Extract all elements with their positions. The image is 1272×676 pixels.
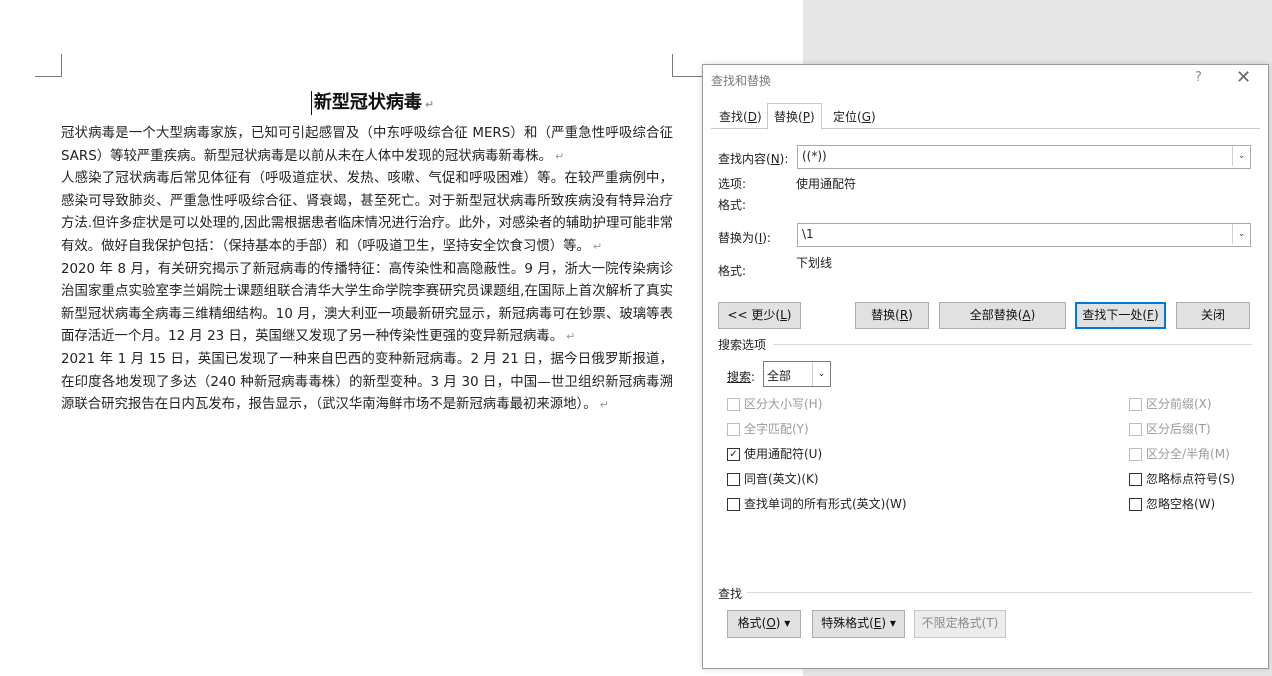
paragraph-mark: ↵ (424, 98, 435, 111)
find-format-label: 格式: (718, 198, 747, 212)
checkbox (727, 398, 740, 411)
checkbox-option: 区分后缀(T) (1129, 421, 1211, 437)
checkbox-label: 忽略空格(W) (1146, 497, 1216, 511)
find-what-input[interactable]: ((*)) ⌄ (797, 145, 1251, 169)
replace-button[interactable]: 替换(R) (855, 302, 929, 329)
checkbox-option[interactable]: 查找单词的所有形式(英文)(W) (727, 496, 907, 512)
section-divider (747, 592, 1252, 593)
checkbox-option[interactable]: ✓ 使用通配符(U) (727, 446, 822, 462)
checkbox-option: 区分前缀(X) (1129, 396, 1212, 412)
checkbox[interactable] (1129, 498, 1142, 511)
checkbox-option: 区分全/半角(M) (1129, 446, 1230, 462)
checkbox-label: 查找单词的所有形式(英文)(W) (744, 497, 907, 511)
checkbox-label: 使用通配符(U) (744, 447, 823, 461)
document-title: 新型冠状病毒 ↵ (0, 88, 745, 115)
replace-with-label: 替换为(I): (718, 231, 771, 245)
find-next-button[interactable]: 查找下一处(F) (1075, 302, 1166, 329)
checkbox-label: 同音(英文)(K) (744, 472, 819, 486)
chevron-down-icon[interactable]: ⌄ (1232, 224, 1250, 244)
paragraph: 人感染了冠状病毒后常见体征有（呼吸道症状、发热、咳嗽、气促和呼吸困难）等。在较严… (61, 171, 673, 254)
checkbox-label: 忽略标点符号(S) (1146, 472, 1235, 486)
paragraph-mark: ↵ (566, 330, 576, 344)
checkbox-option[interactable]: 忽略空格(W) (1129, 496, 1215, 512)
paragraph-mark: ↵ (599, 398, 609, 412)
crop-mark-right (672, 54, 703, 77)
tab-replace[interactable]: 替换(P) (767, 103, 822, 130)
document-body[interactable]: 冠状病毒是一个大型病毒家族，已知可引起感冒及（中东呼吸综合征 MERS）和（严重… (61, 123, 673, 417)
find-section-title: 查找 (718, 587, 743, 601)
search-direction-label: 搜索: (727, 370, 756, 384)
options-value: 使用通配符 (796, 177, 857, 191)
chevron-down-icon[interactable]: ⌄ (1232, 146, 1250, 166)
checkbox (727, 423, 740, 436)
paragraph: 2020 年 8 月，有关研究揭示了新冠病毒的传播特征：高传染性和高隐蔽性。9 … (61, 261, 673, 345)
replace-format-label: 格式: (718, 264, 747, 278)
replace-with-input[interactable]: \1 ⌄ (797, 223, 1251, 247)
checkbox[interactable] (727, 498, 740, 511)
chevron-down-icon[interactable]: ⌄ (812, 362, 830, 386)
checkbox-option[interactable]: 同音(英文)(K) (727, 471, 819, 487)
crop-mark-left (35, 54, 62, 77)
options-label: 选项: (718, 177, 747, 191)
tab-find[interactable]: 查找(D) (713, 106, 768, 128)
checkbox-option[interactable]: 忽略标点符号(S) (1129, 471, 1235, 487)
search-options-title: 搜索选项 (718, 338, 767, 352)
tab-goto[interactable]: 定位(G) (827, 106, 882, 128)
replace-format-value: 下划线 (796, 256, 833, 270)
checkbox[interactable] (1129, 473, 1142, 486)
checkbox-label: 区分后缀(T) (1146, 422, 1211, 436)
checkbox[interactable] (727, 473, 740, 486)
checkbox-label: 全字匹配(Y) (744, 422, 809, 436)
checkbox-label: 区分大小写(H) (744, 397, 823, 411)
paragraph: 冠状病毒是一个大型病毒家族，已知可引起感冒及（中东呼吸综合征 MERS）和（严重… (61, 126, 673, 164)
paragraph-mark: ↵ (592, 239, 603, 253)
section-divider (773, 344, 1252, 345)
checkbox-option: 全字匹配(Y) (727, 421, 809, 437)
checkbox-label: 区分全/半角(M) (1146, 447, 1230, 461)
paragraph-mark: ↵ (555, 149, 565, 163)
paragraph: 2021 年 1 月 15 日，英国已发现了一种来自巴西的变种新冠病毒。2 月 … (61, 351, 673, 413)
dialog-title: 查找和替换 (711, 74, 772, 88)
checkbox (1129, 423, 1142, 436)
search-direction-select[interactable]: 全部 ⌄ (763, 361, 831, 387)
checkbox[interactable]: ✓ (727, 448, 740, 461)
checkbox (1129, 398, 1142, 411)
format-button[interactable]: 格式(O) ▾ (727, 610, 801, 638)
close-icon[interactable]: ✕ (1236, 67, 1251, 88)
replace-all-button[interactable]: 全部替换(A) (939, 302, 1066, 329)
checkbox (1129, 448, 1142, 461)
less-button[interactable]: << 更少(L) (718, 302, 801, 329)
checkbox-label: 区分前缀(X) (1146, 397, 1212, 411)
find-what-label: 查找内容(N): (718, 152, 789, 166)
special-format-button[interactable]: 特殊格式(E) ▾ (812, 610, 905, 638)
no-formatting-button[interactable]: 不限定格式(T) (914, 610, 1006, 638)
close-button[interactable]: 关闭 (1176, 302, 1250, 329)
checkbox-option: 区分大小写(H) (727, 396, 822, 412)
help-icon[interactable]: ? (1195, 70, 1202, 85)
text-cursor (310, 91, 312, 115)
find-replace-dialog: 查找和替换 ? ✕ 查找(D) 替换(P) 定位(G) 查找内容(N): ((*… (702, 64, 1269, 669)
